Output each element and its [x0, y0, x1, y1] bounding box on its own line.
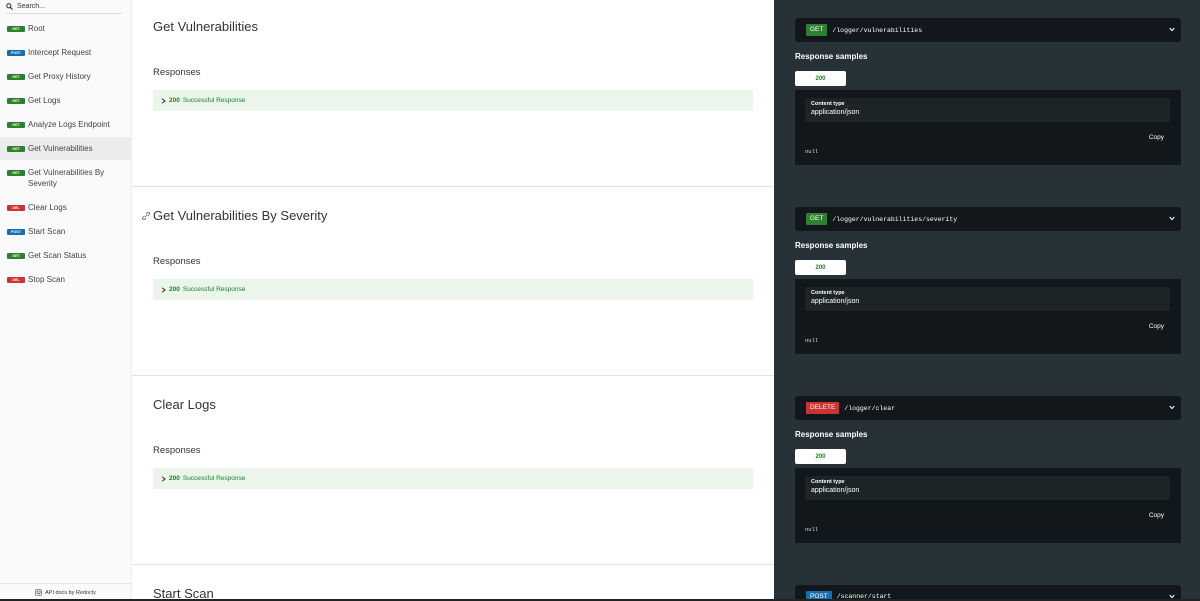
operation-title: Get Vulnerabilities — [153, 19, 259, 34]
content-type-label: Content type — [811, 101, 845, 107]
chevron-right-icon — [161, 475, 166, 482]
method-badge: DEL — [7, 205, 25, 211]
status-tab-200[interactable]: 200 — [795, 260, 846, 275]
response-description: Successful Response — [182, 286, 246, 293]
sample-value: null — [805, 148, 819, 155]
sidebar: GET Root POST Intercept Request GET Get … — [0, 0, 132, 601]
response-description: Successful Response — [182, 97, 246, 104]
response-code: 200 — [169, 97, 180, 104]
sidebar-item-label: Get Logs — [28, 96, 61, 105]
method-badge: POST — [7, 229, 25, 235]
endpoint-path: /logger/vulnerabilities — [832, 26, 923, 34]
sidebar-item-start-scan[interactable]: POST Start Scan — [0, 226, 131, 237]
response-sample-box: Content type application/json Copy null — [795, 468, 1181, 543]
copy-button[interactable]: Copy — [1149, 134, 1164, 141]
method-badge: GET — [7, 122, 25, 128]
responses-heading: Responses — [153, 445, 201, 456]
sidebar-item-label: Get Proxy History — [28, 72, 91, 81]
code-samples-panel: GET /logger/vulnerabilities Response sam… — [774, 0, 1200, 601]
sidebar-item-label: Clear Logs — [28, 203, 67, 212]
status-tab-200[interactable]: 200 — [795, 449, 846, 464]
sidebar-item-clear-logs[interactable]: DEL Clear Logs — [0, 202, 131, 213]
response-200-row[interactable]: 200 Successful Response — [153, 468, 753, 489]
sidebar-item-label: Analyze Logs Endpoint — [28, 120, 110, 129]
main-content: Get Vulnerabilities Responses 200 Succes… — [132, 0, 774, 601]
endpoint-bar[interactable]: GET /logger/vulnerabilities/severity — [795, 207, 1181, 231]
response-description: Successful Response — [182, 475, 246, 482]
sidebar-item-analyze-logs[interactable]: GET Analyze Logs Endpoint — [0, 119, 131, 130]
chevron-right-icon — [161, 286, 166, 293]
sidebar-item-label: Start Scan — [28, 227, 66, 236]
sidebar-item-get-proxy-history[interactable]: GET Get Proxy History — [0, 71, 131, 82]
sidebar-item-get-scan-status[interactable]: GET Get Scan Status — [0, 250, 131, 261]
content-type-box[interactable]: Content type application/json — [805, 476, 1170, 500]
content-type-value: application/json — [811, 298, 860, 305]
method-badge: GET — [7, 170, 25, 176]
sidebar-item-intercept-request[interactable]: POST Intercept Request — [0, 47, 131, 58]
redocly-logo-icon — [35, 589, 42, 596]
response-code: 200 — [169, 475, 180, 482]
method-badge: GET — [7, 146, 25, 152]
method-badge: POST — [7, 50, 25, 56]
content-type-value: application/json — [811, 109, 860, 116]
content-type-label: Content type — [811, 479, 845, 485]
response-200-row[interactable]: 200 Successful Response — [153, 90, 753, 111]
method-badge: GET — [7, 253, 25, 259]
section-divider — [132, 564, 774, 565]
copy-button[interactable]: Copy — [1149, 323, 1164, 330]
sidebar-item-stop-scan[interactable]: DEL Stop Scan — [0, 274, 131, 285]
responses-heading: Responses — [153, 67, 201, 78]
chevron-down-icon — [1169, 405, 1175, 410]
sidebar-item-get-vulnerabilities[interactable]: GET Get Vulnerabilities — [0, 137, 131, 160]
sidebar-item-label: Root — [28, 24, 45, 33]
chevron-right-icon — [161, 97, 166, 104]
sidebar-item-label: Get Vulnerabilities By Severity — [28, 168, 105, 188]
sidebar-item-get-vulnerabilities-by-severity[interactable]: GET Get Vulnerabilities By Severity — [0, 167, 131, 189]
link-icon[interactable] — [142, 212, 150, 220]
chevron-down-icon — [1169, 216, 1175, 221]
method-badge: GET — [7, 74, 25, 80]
section-divider — [132, 186, 774, 187]
sample-value: null — [805, 337, 819, 344]
http-method-label: DELETE — [806, 402, 840, 414]
search-icon — [6, 3, 13, 10]
endpoint-path: /logger/clear — [844, 404, 896, 412]
sidebar-item-label: Stop Scan — [28, 275, 65, 284]
redocly-footer-text: API docs by Redocly — [45, 589, 96, 596]
response-samples-title: Response samples — [795, 241, 868, 250]
responses-heading: Responses — [153, 256, 201, 267]
http-method-label: GET — [806, 213, 828, 225]
method-badge: DEL — [7, 277, 25, 283]
operation-title: Clear Logs — [153, 397, 216, 412]
response-sample-box: Content type application/json Copy null — [795, 90, 1181, 165]
section-divider — [132, 375, 774, 376]
search-input[interactable] — [17, 3, 117, 10]
response-200-row[interactable]: 200 Successful Response — [153, 279, 753, 300]
chevron-down-icon — [1169, 27, 1175, 32]
response-sample-box: Content type application/json Copy null — [795, 279, 1181, 354]
endpoint-bar[interactable]: GET /logger/vulnerabilities — [795, 18, 1181, 42]
operation-title: Get Vulnerabilities By Severity — [153, 208, 328, 223]
content-type-label: Content type — [811, 290, 845, 296]
search-box — [6, 0, 122, 14]
content-type-box[interactable]: Content type application/json — [805, 98, 1170, 122]
status-tab-200[interactable]: 200 — [795, 71, 846, 86]
sidebar-item-label: Get Vulnerabilities — [28, 144, 93, 153]
sidebar-item-label: Intercept Request — [28, 48, 92, 57]
content-type-box[interactable]: Content type application/json — [805, 287, 1170, 311]
endpoint-bar[interactable]: DELETE /logger/clear — [795, 396, 1181, 420]
endpoint-path: /logger/vulnerabilities/severity — [832, 215, 958, 223]
method-badge: GET — [7, 98, 25, 104]
sidebar-item-get-logs[interactable]: GET Get Logs — [0, 95, 131, 106]
http-method-label: GET — [806, 24, 828, 36]
response-code: 200 — [169, 286, 180, 293]
sidebar-item-label: Get Scan Status — [28, 251, 87, 260]
response-samples-title: Response samples — [795, 430, 868, 439]
response-samples-title: Response samples — [795, 52, 868, 61]
sample-value: null — [805, 526, 819, 533]
method-badge: GET — [7, 26, 25, 32]
copy-button[interactable]: Copy — [1149, 512, 1164, 519]
content-type-value: application/json — [811, 487, 860, 494]
sidebar-item-root[interactable]: GET Root — [0, 23, 131, 34]
